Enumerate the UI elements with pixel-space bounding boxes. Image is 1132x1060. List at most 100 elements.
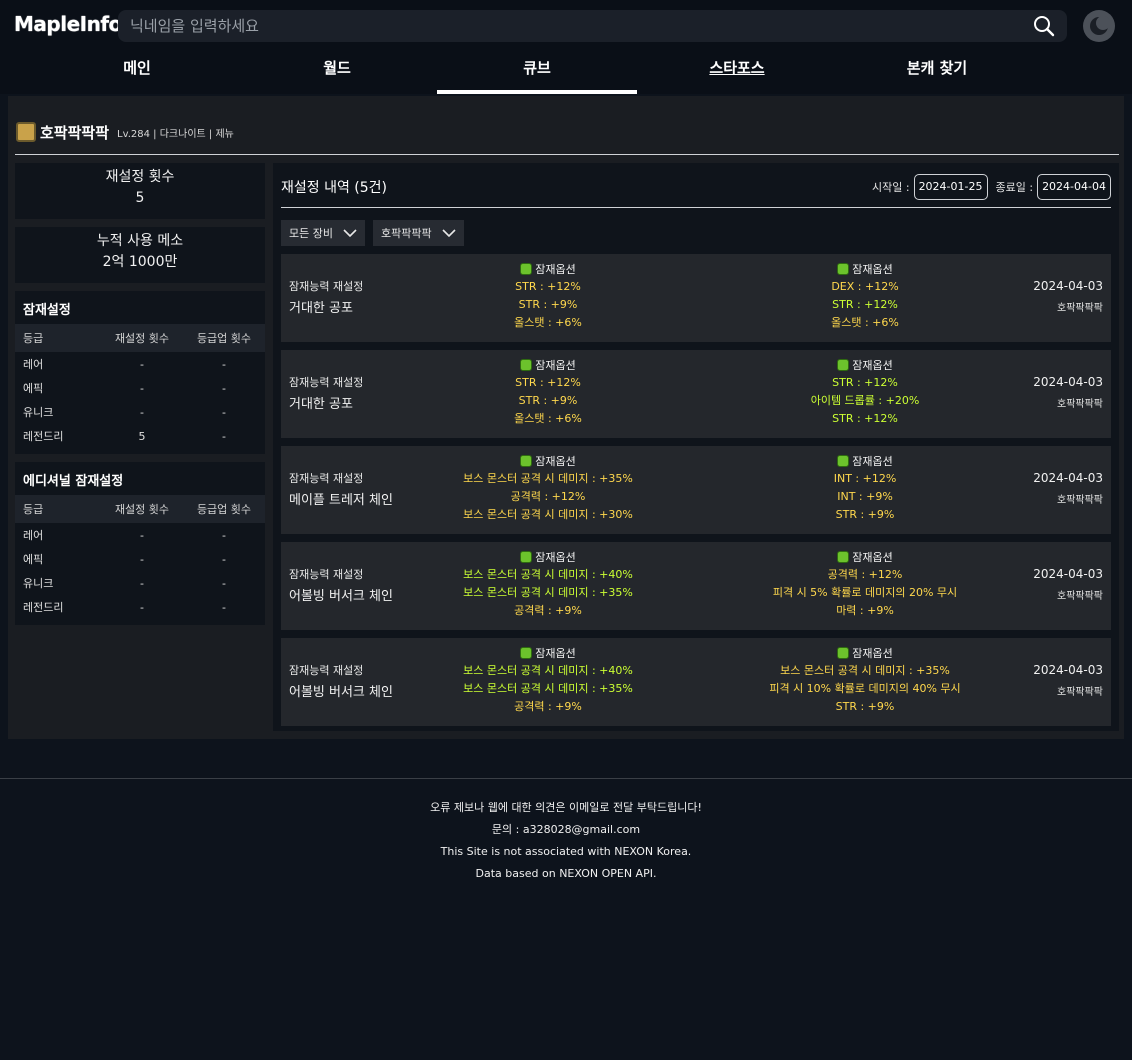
search-icon[interactable] <box>1033 15 1055 37</box>
option-line: STR : +12% <box>832 298 898 311</box>
main-panel: 호팍팍팍팍 Lv.284 | 다크나이트 | 제뉴 재설정 횟수 5 누적 사용… <box>8 96 1124 739</box>
option-header-label: 잠재옵션 <box>852 551 893 564</box>
option-line: STR : +12% <box>515 376 581 389</box>
header-ups: 등급업 횟수 <box>196 503 252 516</box>
option-line: STR : +9% <box>835 508 895 521</box>
ups-cell: - <box>222 405 226 419</box>
option-line: 보스 몬스터 공격 시 데미지 : +35% <box>463 586 633 599</box>
legendary-grade-icon <box>520 455 533 467</box>
resets-cell: 5 <box>138 429 146 443</box>
character-filter-dropdown[interactable]: 호팍팍팍팍 <box>372 220 464 246</box>
resets-cell: - <box>140 576 144 590</box>
table-row: 레어 - - <box>15 523 265 547</box>
potential-table-header: 등급 재설정 횟수 등급업 횟수 <box>15 324 265 352</box>
meso-label: 누적 사용 메소 <box>96 233 184 249</box>
summary-column: 재설정 횟수 5 누적 사용 메소 2억 1000만 잠재설정 등급 재설정 횟… <box>15 163 265 633</box>
history-title: 재설정 내역 (5건) <box>281 180 388 196</box>
before-options: 잠재옵션 STR : +12% STR : +9% 올스탯 : +6% <box>398 356 698 428</box>
record-date: 2024-04-03 <box>1033 567 1103 581</box>
character-header: 호팍팍팍팍 Lv.284 | 다크나이트 | 제뉴 <box>16 120 234 144</box>
option-line: 아이템 드롭률 : +20% <box>810 394 920 407</box>
option-line: 보스 몬스터 공격 시 데미지 : +30% <box>463 508 633 521</box>
option-header: 잠재옵션 <box>398 452 698 470</box>
history-record: 잠재능력 재설정 거대한 공포 잠재옵션 STR : +12% STR : +9% 올스탯… <box>281 254 1111 342</box>
record-date: 2024-04-03 <box>1033 663 1103 677</box>
equipment-filter-label: 모든 장비 <box>289 227 333 240</box>
ups-cell: - <box>222 600 226 614</box>
potential-title: 잠재설정 <box>23 303 71 318</box>
option-line: 보스 몬스터 공격 시 데미지 : +40% <box>463 664 633 677</box>
end-date-input[interactable]: 2024-04-04 <box>1037 174 1111 200</box>
option-header: 잠재옵션 <box>715 260 1015 278</box>
header-grade: 등급 <box>23 503 44 516</box>
footer: 오류 제보나 웹에 대한 의견은 이메일로 전달 부탁드립니다! 문의 : a3… <box>0 797 1132 885</box>
option-line: 공격력 : +12% <box>827 568 903 581</box>
tab-cube[interactable]: 큐브 <box>437 52 637 94</box>
option-header-label: 잠재옵션 <box>535 551 576 564</box>
search-input[interactable] <box>118 10 1018 42</box>
table-row: 에픽 - - <box>15 376 265 400</box>
tab-starforce[interactable]: 스타포스 <box>637 52 837 94</box>
option-line: 보스 몬스터 공격 시 데미지 : +35% <box>780 664 950 677</box>
history-record: 잠재능력 재설정 어볼빙 버서크 체인 잠재옵션 보스 몬스터 공격 시 데미지 : … <box>281 542 1111 630</box>
option-header-label: 잠재옵션 <box>535 455 576 468</box>
reset-count-label: 재설정 횟수 <box>105 169 175 185</box>
option-line: 피격 시 10% 확률로 데미지의 40% 무시 <box>769 682 961 695</box>
meso-value: 2억 1000만 <box>102 254 178 270</box>
option-line: STR : +9% <box>835 700 895 713</box>
legendary-grade-icon <box>520 359 533 371</box>
header-resets: 재설정 횟수 <box>114 332 170 345</box>
equipment-filter-dropdown[interactable]: 모든 장비 <box>281 220 365 246</box>
grade-cell: 유니크 <box>23 577 54 590</box>
option-header-label: 잠재옵션 <box>535 647 576 660</box>
chevron-down-icon <box>442 229 456 237</box>
before-options: 잠재옵션 보스 몬스터 공격 시 데미지 : +40% 보스 몬스터 공격 시 데미… <box>398 548 698 620</box>
option-line: DEX : +12% <box>831 280 899 293</box>
legendary-grade-icon <box>837 263 850 275</box>
option-line: 공격력 : +9% <box>514 604 582 617</box>
table-row: 유니크 - - <box>15 400 265 424</box>
footer-notice: 오류 제보나 웹에 대한 의견은 이메일로 전달 부탁드립니다! <box>430 801 702 814</box>
record-item-name: 어볼빙 버서크 체인 <box>289 589 393 604</box>
tab-main-label: 메인 <box>123 59 151 77</box>
after-options: 잠재옵션 INT : +12% INT : +9% STR : +9% <box>715 452 1015 524</box>
option-header: 잠재옵션 <box>715 356 1015 374</box>
legendary-grade-icon <box>837 359 850 371</box>
meso-box: 누적 사용 메소 2억 1000만 <box>15 227 265 283</box>
character-meta: Lv.284 | 다크나이트 | 제뉴 <box>117 128 234 140</box>
chevron-down-icon <box>343 229 357 237</box>
tab-main[interactable]: 메인 <box>37 52 237 94</box>
tab-find-main[interactable]: 본캐 찾기 <box>837 52 1037 94</box>
logo[interactable]: MapleInfo <box>14 12 122 36</box>
grade-cell: 레어 <box>23 529 44 542</box>
after-options: 잠재옵션 STR : +12% 아이템 드롭률 : +20% STR : +12% <box>715 356 1015 428</box>
record-type: 잠재능력 재설정 <box>289 280 364 293</box>
option-header: 잠재옵션 <box>715 452 1015 470</box>
option-line: STR : +12% <box>832 412 898 425</box>
header-resets: 재설정 횟수 <box>114 503 170 516</box>
option-line: STR : +9% <box>518 394 578 407</box>
option-header: 잠재옵션 <box>398 644 698 662</box>
table-row: 레어 - - <box>15 352 265 376</box>
record-date: 2024-04-03 <box>1033 279 1103 293</box>
history-record: 잠재능력 재설정 메이플 트레저 체인 잠재옵션 보스 몬스터 공격 시 데미지 : … <box>281 446 1111 534</box>
start-date-input[interactable]: 2024-01-25 <box>913 174 988 200</box>
tab-world[interactable]: 월드 <box>237 52 437 94</box>
option-header-label: 잠재옵션 <box>852 263 893 276</box>
history-records: 잠재능력 재설정 거대한 공포 잠재옵션 STR : +12% STR : +9% 올스탯… <box>281 254 1111 734</box>
additional-title: 에디셔널 잠재설정 <box>23 474 124 489</box>
ups-cell: - <box>222 429 226 443</box>
ups-cell: - <box>222 552 226 566</box>
tab-cube-label: 큐브 <box>523 59 551 77</box>
theme-toggle-button[interactable] <box>1083 10 1115 42</box>
option-header-label: 잠재옵션 <box>852 455 893 468</box>
after-options: 잠재옵션 보스 몬스터 공격 시 데미지 : +35% 피격 시 10% 확률로 데… <box>715 644 1015 716</box>
tab-find-main-label: 본캐 찾기 <box>906 59 968 77</box>
header-divider <box>15 154 1119 155</box>
grade-cell: 레전드리 <box>23 601 64 614</box>
grade-cell: 레어 <box>23 358 44 371</box>
option-line: 피격 시 5% 확률로 데미지의 20% 무시 <box>772 586 958 599</box>
record-type: 잠재능력 재설정 <box>289 472 364 485</box>
record-character: 호팍팍팍팍 <box>1057 687 1103 698</box>
option-line: 마력 : +9% <box>836 604 894 617</box>
